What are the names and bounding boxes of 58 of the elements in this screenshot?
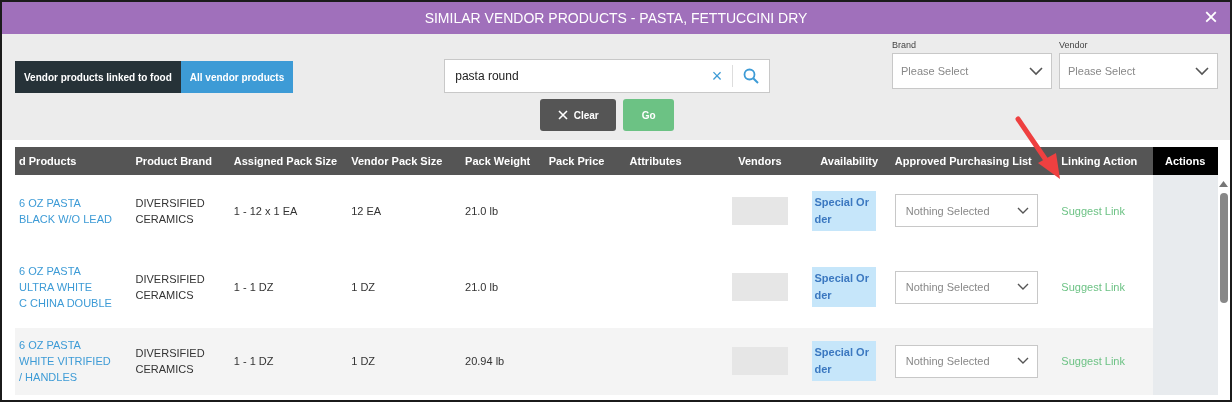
column-header: d Products (15, 147, 132, 175)
table-cell-text: DIVERSIFIED CERAMICS (135, 272, 206, 303)
availability-badge: Special Order (811, 267, 876, 307)
table-cell: 1 - 1 DZ (233, 281, 274, 293)
table-cell: 1 - 12 x 1 EA (233, 204, 298, 217)
product-link[interactable]: 6 OZ PASTA ULTRA WHITE C CHINA DOUBLE (19, 263, 112, 311)
suggest-link[interactable]: Suggest Link (1061, 204, 1125, 217)
table-cell: 21.0 lb (465, 281, 499, 293)
table-cell-text: DIVERSIFIED CERAMICS (135, 346, 206, 378)
scroll-up-icon[interactable] (1219, 181, 1229, 187)
chevron-down-icon (1016, 283, 1029, 291)
chevron-down-icon (1016, 206, 1029, 215)
filter-label: Brand (892, 40, 918, 50)
filter-label: Vendor (1059, 40, 1089, 50)
chevron-down-icon (1029, 66, 1043, 76)
table-cell: 21.0 lb (465, 204, 499, 217)
redacted-block (731, 273, 788, 301)
clear-icon[interactable]: × (711, 65, 723, 87)
table-cell: 20.94 lb (465, 355, 505, 368)
availability-badge: Special Order (811, 190, 876, 231)
window-title: SIMILAR VENDOR PRODUCTS - PASTA, FETTUCCINI DRY (424, 10, 808, 26)
column-header: Pack Price (544, 147, 626, 175)
chevron-down-icon (1016, 357, 1029, 366)
column-header: Product Brand (131, 147, 230, 175)
close-icon (557, 110, 568, 120)
go-button[interactable]: Go (623, 99, 675, 131)
suggest-link[interactable]: Suggest Link (1061, 355, 1125, 368)
search-icon[interactable] (743, 68, 760, 84)
column-header: Assigned Pack Size (229, 147, 348, 175)
column-header: Vendor Pack Size (347, 147, 462, 175)
clear-button[interactable]: Clear (540, 99, 617, 131)
column-header: Linking Action (1057, 147, 1153, 175)
product-link[interactable]: 6 OZ PASTA BLACK W/O LEAD (19, 194, 112, 227)
select-field[interactable]: Please Select (892, 53, 1052, 89)
table-cell: 12 EA (351, 204, 382, 217)
chevron-down-icon (1195, 66, 1209, 76)
table-cell: 1 DZ (351, 355, 376, 368)
purchasing-list-select[interactable]: Nothing Selected (894, 194, 1038, 228)
table-cell-text: DIVERSIFIED CERAMICS (135, 195, 206, 227)
table-cell: 1 - 1 DZ (233, 355, 274, 368)
filter-tab[interactable]: All vendor products (180, 61, 294, 93)
purchasing-list-select[interactable]: Nothing Selected (894, 270, 1038, 304)
column-header: Actions (1152, 147, 1218, 175)
search-field[interactable]: pasta round × (444, 59, 771, 93)
redacted-block (731, 196, 788, 225)
suggest-link[interactable]: Suggest Link (1061, 281, 1125, 293)
select-field[interactable]: Please Select (1059, 53, 1218, 89)
table-cell: 1 DZ (351, 281, 376, 293)
column-header: Vendors (712, 147, 808, 175)
close-button[interactable]: × (1200, 5, 1222, 29)
column-header: Pack Weight (461, 147, 545, 175)
availability-badge: Special Order (811, 341, 876, 382)
scroll-thumb[interactable] (1219, 193, 1228, 303)
filter-tab[interactable]: Vendor products linked to food (15, 61, 181, 93)
column-header: Availability (807, 147, 891, 175)
column-header: Attributes (625, 147, 713, 175)
purchasing-list-select[interactable]: Nothing Selected (894, 344, 1038, 378)
column-header: Approved Purchasing List (890, 147, 1058, 175)
